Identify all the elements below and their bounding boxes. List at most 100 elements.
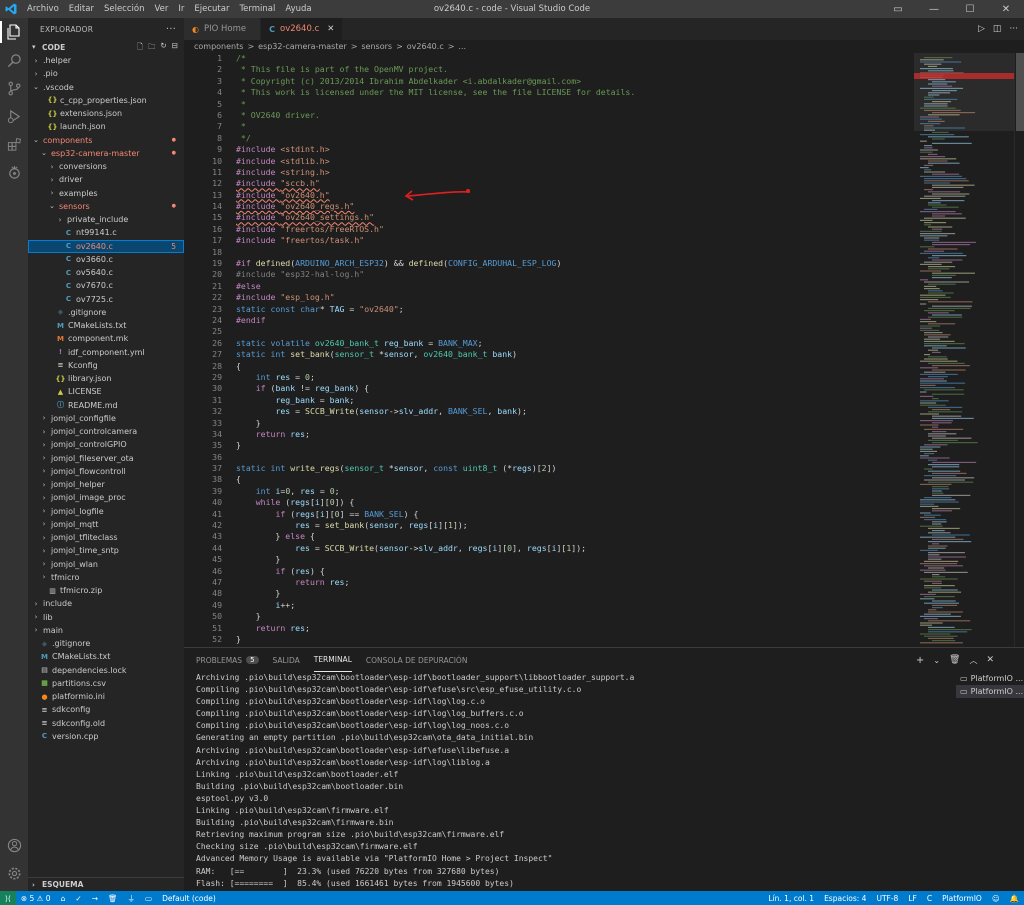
extensions-icon[interactable] — [0, 130, 28, 158]
folder-item[interactable]: › main — [28, 624, 184, 637]
panel-tab[interactable]: TERMINAL — [313, 648, 352, 672]
file-item[interactable]: M CMakeLists.txt — [28, 319, 184, 332]
notifications-bell-icon[interactable]: 🔔 — [1005, 894, 1024, 903]
pio-serial-monitor-icon[interactable]: ⏚ — [122, 893, 140, 904]
folder-item[interactable]: › jomjol_logfile — [28, 505, 184, 518]
file-item[interactable]: {} launch.json — [28, 120, 184, 133]
menu-item-4[interactable]: Ir — [173, 4, 189, 14]
folder-item[interactable]: › jomjol_fileserver_ota — [28, 452, 184, 465]
folder-item[interactable]: ⌄ sensors ● — [28, 200, 184, 213]
menu-item-6[interactable]: Terminal — [234, 4, 280, 14]
folder-item[interactable]: › jomjol_configfile — [28, 412, 184, 425]
refresh-icon[interactable]: ↻ — [160, 41, 166, 54]
run-icon[interactable]: ▷ — [978, 24, 985, 34]
feedback-icon[interactable]: ☺ — [987, 894, 1005, 903]
layout-icon[interactable]: ▭ — [880, 0, 916, 18]
breadcrumb-item[interactable]: esp32-camera-master — [258, 42, 347, 51]
indentation-status[interactable]: Espacios: 4 — [819, 894, 871, 903]
folder-item[interactable]: › examples — [28, 187, 184, 200]
file-item[interactable]: Cversion.cpp — [28, 730, 184, 743]
file-item[interactable]: ● platformio.ini — [28, 690, 184, 703]
menu-item-1[interactable]: Editar — [64, 4, 99, 14]
breadcrumb-item[interactable]: ... — [458, 42, 466, 51]
new-file-icon[interactable]: 🗋 — [137, 41, 143, 54]
maximize-button[interactable]: ☐ — [952, 0, 988, 18]
file-item[interactable]: Cov3660.c — [28, 253, 184, 266]
folder-item[interactable]: › .pio — [28, 67, 184, 80]
minimize-button[interactable]: — — [916, 0, 952, 18]
breadcrumb-item[interactable]: sensors — [361, 42, 392, 51]
file-item[interactable]: ◆ .gitignore — [28, 306, 184, 319]
file-item[interactable]: Cov2640.c 5 — [28, 239, 184, 253]
file-item[interactable]: ▲ LICENSE — [28, 385, 184, 398]
file-item[interactable]: {} extensions.json — [28, 107, 184, 120]
language-mode[interactable]: C — [922, 894, 937, 903]
pio-terminal-icon[interactable]: ▭ — [140, 894, 157, 903]
file-item[interactable]: {} library.json — [28, 372, 184, 385]
menu-item-3[interactable]: Ver — [149, 4, 173, 14]
folder-item[interactable]: ⌄ esp32-camera-master ● — [28, 147, 184, 160]
explorer-icon[interactable] — [0, 18, 28, 46]
folder-item[interactable]: › driver — [28, 173, 184, 186]
run-debug-icon[interactable] — [0, 102, 28, 130]
breadcrumb-item[interactable]: components — [194, 42, 243, 51]
more-actions-icon[interactable]: ··· — [1009, 24, 1018, 34]
file-item[interactable]: ≡ sdkconfig — [28, 703, 184, 716]
panel-tab[interactable]: CONSOLA DE DEPURACIÓN — [366, 648, 468, 672]
account-icon[interactable] — [0, 831, 28, 859]
file-item[interactable]: Mcomponent.mk — [28, 332, 184, 345]
pio-clean-icon[interactable]: 🗑 — [103, 894, 123, 903]
new-folder-icon[interactable]: 🗀 — [148, 41, 156, 54]
collapse-all-icon[interactable]: ⊟ — [172, 41, 178, 54]
close-tab-icon[interactable]: ✕ — [327, 24, 334, 34]
pio-home-icon[interactable]: ⌂ — [56, 894, 71, 903]
maximize-panel-icon[interactable]: ︿ — [969, 655, 977, 666]
file-item[interactable]: Cnt99141.c — [28, 226, 184, 239]
folder-item[interactable]: › jomjol_flowcontroll — [28, 465, 184, 478]
file-item[interactable]: ▥ tfmicro.zip — [28, 584, 184, 597]
file-item[interactable]: ! idf_component.yml — [28, 346, 184, 359]
pio-env-selector[interactable]: Default (code) — [157, 894, 221, 903]
file-item[interactable]: ◆ .gitignore — [28, 637, 184, 650]
menu-item-7[interactable]: Ayuda — [280, 4, 316, 14]
scrollbar-thumb[interactable] — [1016, 53, 1024, 131]
terminal-output[interactable]: Archiving .pio\build\esp32cam\bootloader… — [196, 672, 952, 892]
folder-item[interactable]: › jomjol_controlGPIO — [28, 438, 184, 451]
folder-item[interactable]: › tfmicro — [28, 571, 184, 584]
folder-item[interactable]: › jomjol_mqtt — [28, 518, 184, 531]
encoding-status[interactable]: UTF-8 — [871, 894, 903, 903]
folder-item[interactable]: › jomjol_time_sntp — [28, 544, 184, 557]
folder-item[interactable]: › jomjol_helper — [28, 478, 184, 491]
kill-terminal-icon[interactable]: 🗑 — [949, 655, 960, 665]
terminal-instance[interactable]: ▭ PlatformIO ... — [956, 685, 1024, 698]
menu-item-5[interactable]: Ejecutar — [189, 4, 234, 14]
more-actions-icon[interactable]: ··· — [166, 24, 176, 35]
folder-item[interactable]: › jomjol_image_proc — [28, 491, 184, 504]
file-item[interactable]: ▤ dependencies.lock — [28, 664, 184, 677]
settings-gear-icon[interactable] — [0, 859, 28, 887]
editor-tab[interactable]: Cov2640.c ✕ — [261, 18, 344, 40]
problems-status[interactable]: ⊗ 5 ⚠ 0 — [16, 894, 56, 903]
terminal-instance[interactable]: ▭ PlatformIO ... — [956, 672, 1024, 685]
folder-item[interactable]: › lib — [28, 611, 184, 624]
folder-item[interactable]: ⌄ components ● — [28, 134, 184, 147]
new-terminal-icon[interactable]: + — [916, 655, 924, 666]
editor-scrollbar[interactable] — [1014, 53, 1024, 647]
eol-status[interactable]: LF — [903, 894, 922, 903]
search-icon[interactable] — [0, 46, 28, 74]
folder-item[interactable]: ⌄ .vscode — [28, 81, 184, 94]
pio-upload-icon[interactable]: → — [87, 894, 103, 903]
folder-item[interactable]: › .helper — [28, 54, 184, 67]
file-item[interactable]: ≡ sdkconfig.old — [28, 717, 184, 730]
panel-tab[interactable]: SALIDA — [273, 648, 300, 672]
folder-item[interactable]: › jomjol_tfliteclass — [28, 531, 184, 544]
file-item[interactable]: Cov7725.c — [28, 293, 184, 306]
close-panel-icon[interactable]: ✕ — [986, 655, 994, 665]
editor-tab[interactable]: ◐ PIO Home — [184, 18, 262, 40]
file-item[interactable]: M CMakeLists.txt — [28, 650, 184, 663]
menu-item-0[interactable]: Archivo — [22, 4, 64, 14]
code-editor[interactable]: 1/* 2 * This file is part of the OpenMV p… — [184, 53, 914, 647]
folder-item[interactable]: › jomjol_controlcamera — [28, 425, 184, 438]
file-item[interactable]: Cov5640.c — [28, 266, 184, 279]
pio-build-icon[interactable]: ✓ — [70, 894, 86, 903]
